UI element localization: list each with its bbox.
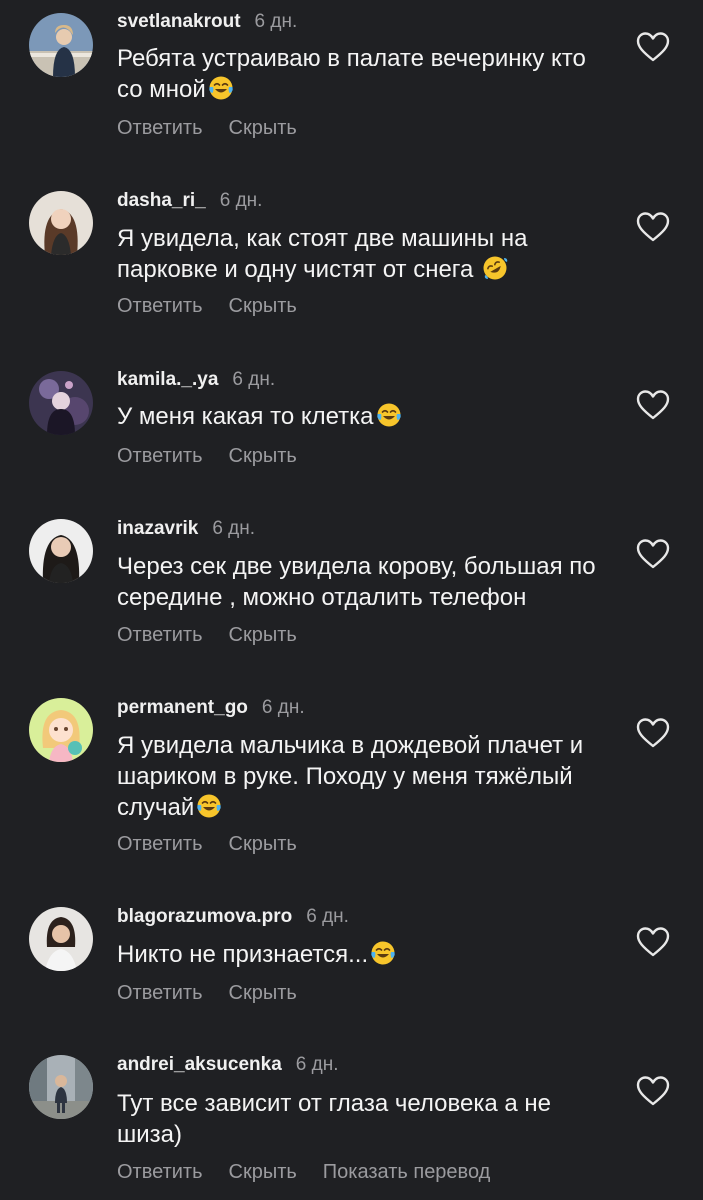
- reply-button[interactable]: Ответить: [117, 833, 203, 855]
- timestamp: 6 дн.: [232, 369, 276, 390]
- comment-text-body: Никто не признается...: [117, 941, 369, 968]
- username[interactable]: permanent_go: [117, 697, 248, 718]
- comment-text: Тут все зависит от глаза человека а не ш…: [117, 1088, 617, 1150]
- rolling-on-floor-laughing-icon: [482, 255, 508, 281]
- comment-actions: Ответить Скрыть: [117, 444, 323, 468]
- timestamp: 6 дн.: [212, 518, 256, 539]
- heart-outline-icon[interactable]: [636, 1075, 670, 1107]
- face-with-tears-of-joy-icon: [208, 75, 234, 101]
- username[interactable]: svetlanakrout: [117, 11, 241, 32]
- show-translation-button[interactable]: Показать перевод: [323, 1161, 491, 1183]
- avatar[interactable]: [29, 191, 93, 255]
- heart-outline-icon[interactable]: [636, 926, 670, 958]
- comment-meta: blagorazumova.pro 6 дн.: [117, 904, 349, 929]
- username[interactable]: blagorazumova.pro: [117, 906, 292, 927]
- comment-text: Никто не признается...: [117, 939, 617, 970]
- timestamp: 6 дн.: [306, 906, 349, 927]
- heart-outline-icon[interactable]: [636, 31, 670, 63]
- avatar[interactable]: [29, 698, 93, 762]
- comment-actions: Ответить Скрыть: [117, 294, 323, 318]
- timestamp: 6 дн.: [295, 1054, 339, 1075]
- username[interactable]: dasha_ri_: [117, 190, 206, 211]
- timestamp: 6 дн.: [261, 697, 305, 718]
- comment-meta: inazavrik 6 дн.: [117, 516, 255, 541]
- comment-meta: andrei_aksucenka 6 дн.: [117, 1052, 338, 1077]
- reply-button[interactable]: Ответить: [117, 445, 203, 467]
- hide-button[interactable]: Скрыть: [229, 117, 297, 139]
- heart-outline-icon[interactable]: [636, 211, 670, 243]
- comment-meta: kamila._.ya 6 дн.: [117, 367, 275, 392]
- username[interactable]: kamila._.ya: [117, 369, 218, 390]
- hide-button[interactable]: Скрыть: [229, 982, 297, 1004]
- comment-text: Через сек две увидела корову, большая по…: [117, 551, 617, 613]
- comment-actions: Ответить Скрыть Показать перевод: [117, 1160, 516, 1184]
- heart-outline-icon[interactable]: [636, 389, 670, 421]
- reply-button[interactable]: Ответить: [117, 982, 203, 1004]
- hide-button[interactable]: Скрыть: [229, 1161, 297, 1183]
- comment-actions: Ответить Скрыть: [117, 623, 323, 647]
- face-with-tears-of-joy-icon: [196, 793, 222, 819]
- username[interactable]: andrei_aksucenka: [117, 1054, 282, 1075]
- comment-text-body: Я увидела мальчика в дождевой плачет и ш…: [117, 732, 584, 821]
- comment-text-body: Я увидела, как стоят две машины на парко…: [117, 225, 528, 283]
- hide-button[interactable]: Скрыть: [229, 624, 297, 646]
- avatar[interactable]: [29, 1055, 93, 1119]
- timestamp: 6 дн.: [219, 190, 263, 211]
- avatar[interactable]: [29, 13, 93, 77]
- comment-text-body: Тут все зависит от глаза человека а не ш…: [117, 1090, 552, 1148]
- hide-button[interactable]: Скрыть: [229, 445, 297, 467]
- reply-button[interactable]: Ответить: [117, 117, 203, 139]
- comment-text: Я увидела, как стоят две машины на парко…: [117, 223, 617, 285]
- timestamp: 6 дн.: [254, 11, 298, 32]
- reply-button[interactable]: Ответить: [117, 1161, 203, 1183]
- heart-outline-icon[interactable]: [636, 717, 670, 749]
- avatar[interactable]: [29, 519, 93, 583]
- comment-text-body: Через сек две увидела корову, большая по…: [117, 553, 596, 611]
- comment-meta: svetlanakrout 6 дн.: [117, 9, 297, 34]
- comment-text: Ребята устраиваю в палате вечеринку кто …: [117, 43, 617, 105]
- face-with-tears-of-joy-icon: [370, 940, 396, 966]
- comment-actions: Ответить Скрыть: [117, 832, 323, 856]
- face-with-tears-of-joy-icon: [376, 402, 402, 428]
- avatar[interactable]: [29, 371, 93, 435]
- heart-outline-icon[interactable]: [636, 538, 670, 570]
- comment-actions: Ответить Скрыть: [117, 981, 323, 1005]
- avatar[interactable]: [29, 907, 93, 971]
- reply-button[interactable]: Ответить: [117, 624, 203, 646]
- comment-actions: Ответить Скрыть: [117, 116, 323, 140]
- username[interactable]: inazavrik: [117, 518, 198, 539]
- comment-meta: permanent_go 6 дн.: [117, 695, 305, 720]
- comment-text-body: Ребята устраиваю в палате вечеринку кто …: [117, 45, 586, 103]
- comment-meta: dasha_ri_ 6 дн.: [117, 188, 262, 213]
- comment-text: У меня какая то клетка: [117, 401, 617, 432]
- comment-text-body: У меня какая то клетка: [117, 403, 374, 430]
- reply-button[interactable]: Ответить: [117, 295, 203, 317]
- comment-text: Я увидела мальчика в дождевой плачет и ш…: [117, 730, 617, 823]
- hide-button[interactable]: Скрыть: [229, 295, 297, 317]
- hide-button[interactable]: Скрыть: [229, 833, 297, 855]
